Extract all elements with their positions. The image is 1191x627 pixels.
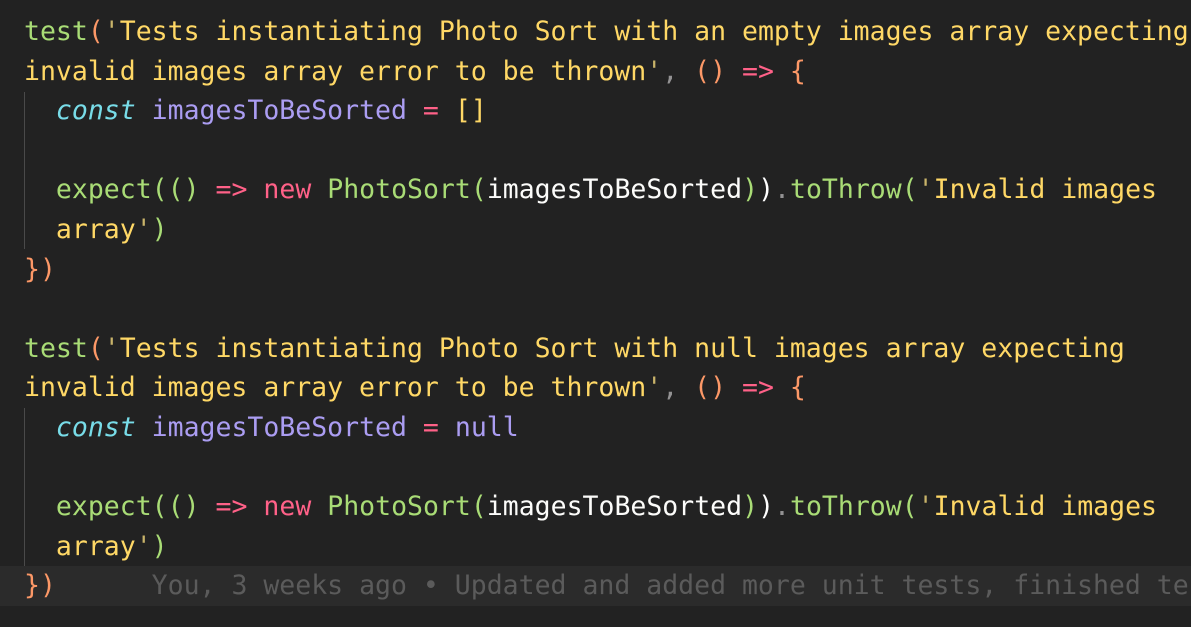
comma: , [662,372,695,403]
class-name: PhotoSort [327,174,471,205]
string-quote: ' [646,56,663,87]
test-description: Tests instantiating Photo Sort with an e… [119,16,1189,47]
const-keyword: const [55,412,136,443]
test-description: Tests instantiating Photo Sort with null… [119,333,1125,364]
const-keyword: const [55,95,136,126]
code-line[interactable]: array') [24,210,168,250]
class-name: PhotoSort [327,491,471,522]
arrow-params: () [694,372,727,403]
code-line[interactable]: const imagesToBeSorted = [] [24,91,487,131]
assign-operator: = [422,95,439,126]
open-brace: { [789,372,806,403]
code-line-current[interactable]: }) You, 3 weeks ago • Updated and added … [24,566,1191,606]
code-line[interactable]: invalid images array error to be thrown'… [24,52,806,92]
test-description-continued: invalid images array error to be thrown [24,56,647,87]
test-function-name: test [24,333,88,364]
arrow-operator: => [742,372,774,403]
variable-name: imagesToBeSorted [151,95,407,126]
string-quote: ' [103,16,120,47]
code-line[interactable]: expect(() => new PhotoSort(imagesToBeSor… [24,170,1157,210]
close-paren: ) [39,570,56,601]
method-name: toThrow [790,491,902,522]
close-brace: } [24,570,40,601]
code-line[interactable]: test('Tests instantiating Photo Sort wit… [24,12,1189,52]
close-brace: } [24,254,40,285]
arrow-operator: => [215,491,248,522]
code-editor[interactable]: test('Tests instantiating Photo Sort wit… [0,0,1191,627]
close-paren: ) [39,254,56,285]
assign-operator: = [422,412,439,443]
code-line[interactable]: }) [24,250,56,290]
git-blame-annotation[interactable]: You, 3 weeks ago • Updated and added mor… [152,570,1191,601]
code-line[interactable]: const imagesToBeSorted = null [24,408,519,448]
error-message: Invalid images [933,174,1157,205]
arrow-params: () [694,56,727,87]
expect-function: expect [55,174,152,205]
argument-name: imagesToBeSorted [486,174,743,205]
new-keyword: new [263,491,312,522]
code-line[interactable]: test('Tests instantiating Photo Sort wit… [24,329,1125,369]
code-line[interactable]: array') [24,527,168,567]
argument-name: imagesToBeSorted [486,491,743,522]
error-message: Invalid images [933,491,1157,522]
method-name: toThrow [790,174,902,205]
null-literal: null [454,412,519,443]
string-quote: ' [646,372,663,403]
arrow-operator: => [742,56,774,87]
open-brace: { [789,56,806,87]
code-line[interactable]: expect(() => new PhotoSort(imagesToBeSor… [24,487,1157,527]
error-message-continued: array [55,531,136,562]
array-literal: [] [454,95,487,126]
comma: , [662,56,695,87]
test-function-name: test [24,16,88,47]
string-quote: ' [103,333,120,364]
expect-function: expect [55,491,152,522]
arrow-operator: => [215,174,248,205]
open-paren: ( [87,16,104,47]
test-description-continued: invalid images array error to be thrown [24,372,647,403]
code-line[interactable]: invalid images array error to be thrown'… [24,368,806,408]
error-message-continued: array [55,214,136,245]
variable-name: imagesToBeSorted [151,412,407,443]
new-keyword: new [263,174,312,205]
open-paren: ( [87,333,104,364]
